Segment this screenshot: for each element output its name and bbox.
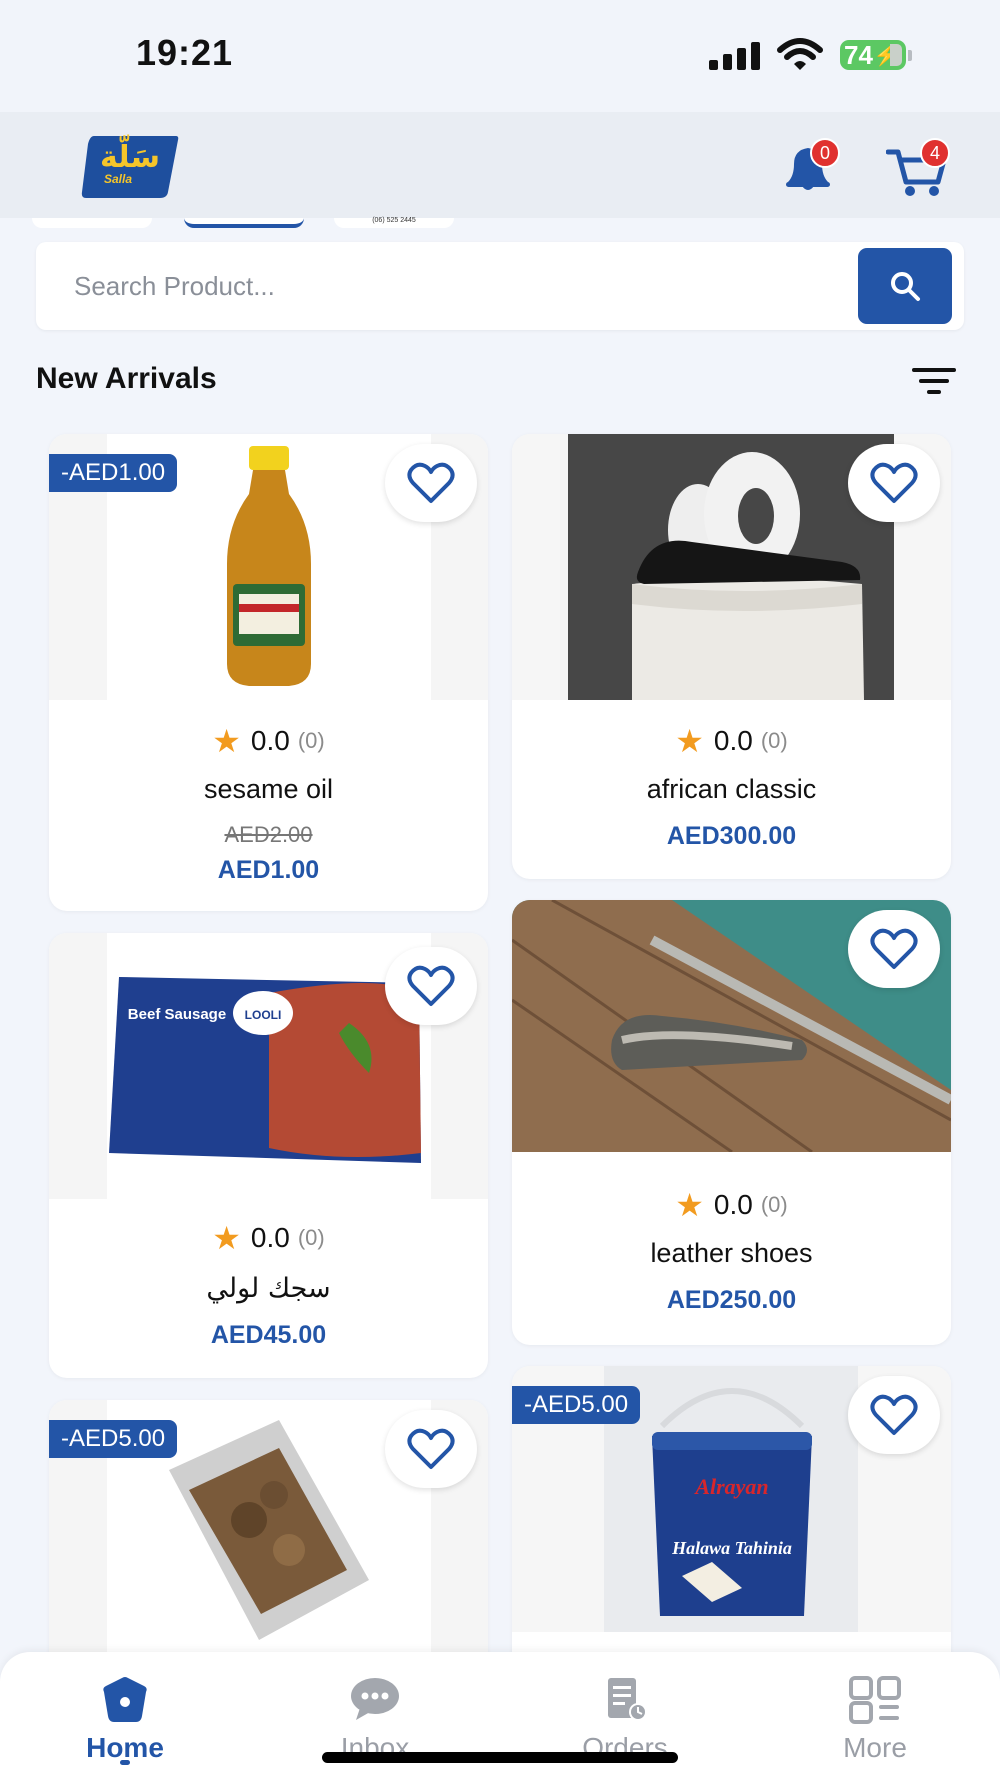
product-price: AED45.00 [210,1321,327,1349]
brand-text: LOOLI [245,1008,282,1022]
rating-value: 0.0 [713,1189,753,1220]
favorite-button[interactable] [385,1410,477,1488]
review-count: (0) [297,728,325,753]
heart-icon [407,1428,455,1469]
rating-value: 0.0 [713,725,753,756]
rating-row: ★ 0.0 (0) [49,1219,488,1257]
rating-value: 0.0 [250,1222,290,1253]
chat-icon [351,1678,399,1720]
home-icon [103,1677,147,1722]
star-icon: ★ [675,1187,704,1223]
product-card[interactable]: LOOLI Beef Sausage ★ 0.0 (0) سجك لولي AE… [49,933,488,1378]
product-card[interactable]: Alrayan Halawa Tahinia -AED5.00 [512,1366,951,1686]
status-bar: 19:21 74 ⚡ [0,0,1000,112]
review-count: (0) [760,1192,788,1217]
nav-more-label: More [843,1732,907,1763]
discount-tag: -AED1.00 [49,454,178,492]
status-time: 19:21 [136,32,234,73]
banner-card-edge[interactable] [32,218,152,228]
rating-value: 0.0 [250,725,290,756]
product-price: AED300.00 [666,822,797,850]
heart-icon [870,462,918,503]
product-name: leather shoes [650,1238,813,1268]
nav-more[interactable]: More [750,1652,1000,1778]
review-count: (0) [760,728,788,753]
original-price: AED2.00 [224,822,313,847]
salla-logo[interactable]: سَلّة Salla [80,132,180,200]
star-icon: ★ [675,723,704,759]
cellular-signal-icon [709,42,760,70]
favorite-button[interactable] [385,947,477,1025]
logo-arabic-text: سَلّة [100,140,160,175]
filter-icon[interactable] [912,366,956,396]
product-card[interactable]: -AED1.00 ★ 0.0 (0) sesame oil AED2.00 AE… [49,434,488,911]
cart-badge: 4 [920,138,950,168]
review-count: (0) [297,1225,325,1250]
banner-card-edge[interactable]: (06) 525 2445 [334,217,454,228]
package-text: Beef Sausage [128,1006,226,1023]
brand-text: Alrayan [693,1474,768,1499]
rating-row: ★ 0.0 (0) [49,722,488,760]
product-name: sesame oil [203,774,334,804]
app-header: سَلّة Salla 0 4 [0,112,1000,218]
orders-icon [608,1678,647,1721]
nav-home[interactable]: Home [0,1652,250,1778]
discount-tag: -AED5.00 [512,1386,641,1424]
product-card[interactable]: ★ 0.0 (0) african classic AED300.00 [512,434,951,879]
favorite-button[interactable] [848,444,940,522]
search-icon [891,272,920,301]
wifi-icon [777,38,823,70]
search-input[interactable] [74,264,834,308]
product-price: AED1.00 [217,856,320,884]
product-price: AED250.00 [666,1286,797,1314]
banner-phone-text: (06) 525 2445 [372,217,416,224]
heart-icon [407,965,455,1006]
battery-empty-segment [890,44,902,66]
favorite-button[interactable] [385,444,477,522]
product-name: سجك لولي [206,1273,331,1304]
star-icon: ★ [212,1220,241,1256]
heart-icon [407,462,455,503]
favorite-button[interactable] [848,910,940,988]
heart-icon [870,1394,918,1435]
favorite-button[interactable] [848,1376,940,1454]
heart-icon [870,928,918,969]
rating-row: ★ 0.0 (0) [512,1186,951,1224]
notifications-button[interactable]: 0 [780,138,840,198]
battery-icon: 74 ⚡ [840,40,906,70]
grid-icon [849,1676,901,1724]
package-text: Halawa Tahinia [671,1538,792,1558]
product-card[interactable]: ★ 0.0 (0) leather shoes AED250.00 [512,900,951,1345]
discount-tag: -AED5.00 [49,1420,178,1458]
star-icon: ★ [212,723,241,759]
battery-level: 74 [844,39,873,70]
notifications-badge: 0 [810,138,840,168]
search-bar [36,242,964,330]
logo-english-text: Salla [104,172,133,186]
rating-row: ★ 0.0 (0) [512,722,951,760]
active-indicator [120,1760,130,1765]
product-name: african classic [646,774,817,804]
banner-card-edge[interactable] [184,218,304,228]
home-indicator [322,1752,678,1763]
battery-nub [908,50,912,61]
section-title: New Arrivals [36,362,217,395]
search-button[interactable] [858,248,952,324]
cart-button[interactable]: 4 [885,138,950,198]
